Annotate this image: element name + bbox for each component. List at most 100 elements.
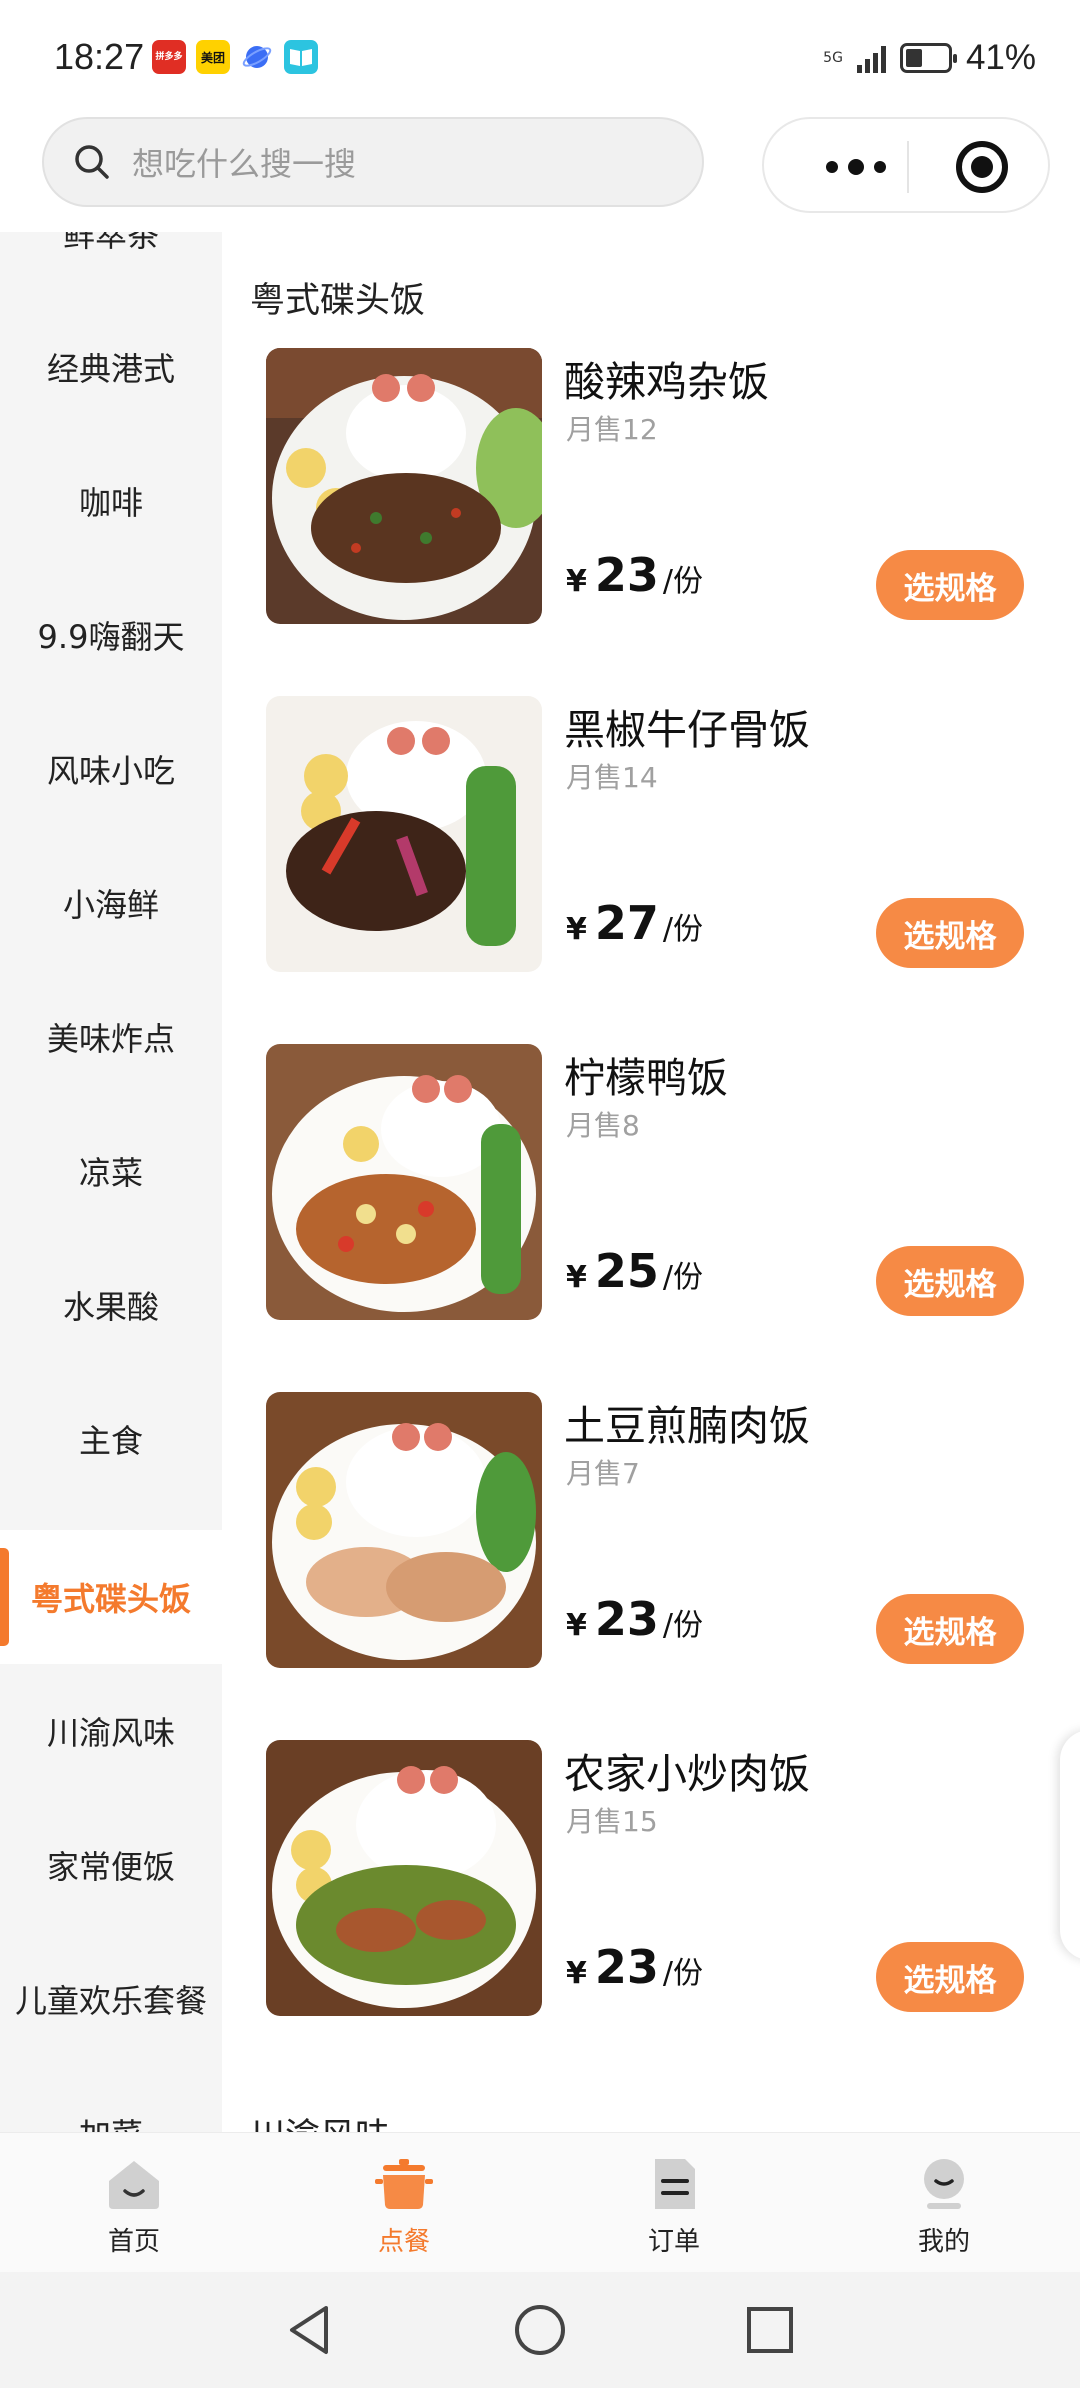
system-navigation-bar [0, 2272, 1080, 2388]
reader-app-icon [284, 40, 318, 74]
currency-symbol: ¥ [566, 564, 587, 599]
tab-orders[interactable]: 订单 [614, 2155, 734, 2265]
select-spec-button[interactable]: 选规格 [876, 1942, 1024, 2012]
dish-name: 酸辣鸡杂饭 [564, 358, 769, 406]
price: ¥ 23 /份 [566, 548, 703, 602]
select-spec-button[interactable]: 选规格 [876, 1246, 1024, 1316]
category-item[interactable]: 美味炸点 [0, 970, 222, 1104]
bottom-tab-bar: 首页 点餐 订单 我的 [0, 2132, 1080, 2272]
dish-photo[interactable] [266, 1044, 542, 1320]
select-spec-button[interactable]: 选规格 [876, 898, 1024, 968]
category-item[interactable]: 家常便饭 [0, 1798, 222, 1932]
product-item[interactable]: 柠檬鸭饭 月售8 ¥ 25 /份 选规格 [222, 1044, 1080, 1324]
category-item[interactable]: 水果酸 [0, 1238, 222, 1372]
price: ¥ 25 /份 [566, 1244, 703, 1298]
category-item[interactable]: 9.9嗨翻天 [0, 568, 222, 702]
currency-symbol: ¥ [566, 1956, 587, 1991]
order-icon [655, 2159, 695, 2209]
section-title: 粤式碟头饭 [250, 281, 426, 321]
category-item[interactable]: 加菜 [0, 2066, 222, 2132]
browser-app-icon [240, 40, 274, 74]
search-icon [75, 145, 109, 179]
price-unit: /份 [662, 1260, 703, 1295]
product-item[interactable]: 酸辣鸡杂饭 月售12 ¥ 23 /份 选规格 [222, 348, 1080, 628]
currency-symbol: ¥ [566, 912, 587, 947]
dish-name: 柠檬鸭饭 [564, 1054, 728, 1102]
tab-label: 首页 [107, 2227, 160, 2257]
category-item[interactable]: 鲜萃茶 [0, 232, 222, 300]
category-item[interactable]: 儿童欢乐套餐 [0, 1932, 222, 2066]
home-circle-icon[interactable] [512, 2302, 568, 2358]
category-item[interactable]: 主食 [0, 1372, 222, 1506]
price-unit: /份 [662, 1608, 703, 1643]
status-right: 5G 41% [823, 38, 1036, 78]
dish-photo[interactable] [266, 696, 542, 972]
status-bar: 18:27 拼多多 美团 5G 41% [0, 0, 1080, 110]
price-value: 23 [594, 1940, 659, 1994]
monthly-sales: 月售7 [566, 1457, 640, 1490]
pot-icon [375, 2159, 433, 2209]
dish-photo[interactable] [266, 1392, 542, 1668]
price-unit: /份 [662, 1956, 703, 1991]
category-item[interactable]: 小海鲜 [0, 836, 222, 970]
price-unit: /份 [662, 912, 703, 947]
pinduoduo-app-icon: 拼多多 [152, 40, 186, 74]
recents-icon[interactable] [742, 2302, 798, 2358]
select-spec-button[interactable]: 选规格 [876, 550, 1024, 620]
product-item[interactable]: 黑椒牛仔骨饭 月售14 ¥ 27 /份 选规格 [222, 696, 1080, 976]
category-item-active[interactable]: 粤式碟头饭 [0, 1530, 222, 1664]
dish-name: 土豆煎腩肉饭 [564, 1402, 810, 1450]
price: ¥ 23 /份 [566, 1940, 703, 1994]
more-icon[interactable] [806, 149, 906, 185]
price-value: 27 [594, 896, 659, 950]
price-value: 23 [594, 548, 659, 602]
status-app-icons: 拼多多 美团 [152, 40, 318, 74]
battery-percent: 41% [965, 38, 1036, 77]
currency-symbol: ¥ [566, 1608, 587, 1643]
category-item[interactable]: 风味小吃 [0, 702, 222, 836]
dish-photo[interactable] [266, 348, 542, 624]
category-item[interactable]: 经典港式 [0, 300, 222, 434]
monthly-sales: 月售14 [566, 761, 658, 794]
battery-icon [899, 43, 957, 73]
monthly-sales: 月售12 [566, 413, 658, 446]
search-placeholder: 想吃什么搜一搜 [132, 145, 357, 183]
floating-scroll-handle[interactable] [1060, 1730, 1080, 1960]
dish-name: 黑椒牛仔骨饭 [564, 706, 810, 754]
tab-label: 我的 [917, 2227, 970, 2257]
tab-profile[interactable]: 我的 [884, 2155, 1004, 2265]
product-item[interactable]: 土豆煎腩肉饭 月售7 ¥ 23 /份 选规格 [222, 1392, 1080, 1672]
signal-icon [856, 43, 886, 73]
currency-symbol: ¥ [566, 1260, 587, 1295]
category-sidebar[interactable]: 鲜萃茶 经典港式 咖啡 9.9嗨翻天 风味小吃 小海鲜 美味炸点 凉菜 水果酸 … [0, 232, 222, 2132]
capsule-divider [907, 141, 909, 193]
category-item[interactable]: 凉菜 [0, 1104, 222, 1238]
tab-label: 点餐 [377, 2227, 430, 2257]
select-spec-button[interactable]: 选规格 [876, 1594, 1024, 1664]
dish-name: 农家小炒肉饭 [564, 1750, 810, 1798]
close-miniprogram-icon[interactable] [956, 141, 1008, 193]
back-icon[interactable] [282, 2302, 338, 2358]
tab-home[interactable]: 首页 [74, 2155, 194, 2265]
meituan-app-icon: 美团 [196, 40, 230, 74]
price: ¥ 27 /份 [566, 896, 703, 950]
price: ¥ 23 /份 [566, 1592, 703, 1646]
status-time: 18:27 [54, 36, 145, 77]
price-value: 23 [594, 1592, 659, 1646]
product-list[interactable]: 粤式碟头饭 酸辣鸡杂饭 月售12 ¥ 23 /份 选规格 黑椒牛仔骨饭 月售14… [222, 232, 1080, 2132]
tab-label: 订单 [647, 2227, 700, 2257]
tab-order-food[interactable]: 点餐 [344, 2155, 464, 2265]
monthly-sales: 月售15 [566, 1805, 658, 1838]
product-item[interactable]: 农家小炒肉饭 月售15 ¥ 23 /份 选规格 [222, 1740, 1080, 2020]
network-type: 5G [823, 50, 843, 66]
home-icon [109, 2161, 159, 2209]
profile-icon [924, 2159, 964, 2209]
dish-photo[interactable] [266, 1740, 542, 2016]
price-unit: /份 [662, 564, 703, 599]
miniprogram-capsule [762, 117, 1050, 213]
next-section-title: 川渝风味 [250, 2108, 390, 2132]
search-input[interactable]: 想吃什么搜一搜 [42, 117, 704, 207]
category-item[interactable]: 咖啡 [0, 434, 222, 568]
monthly-sales: 月售8 [566, 1109, 640, 1142]
category-item[interactable]: 川渝风味 [0, 1664, 222, 1798]
